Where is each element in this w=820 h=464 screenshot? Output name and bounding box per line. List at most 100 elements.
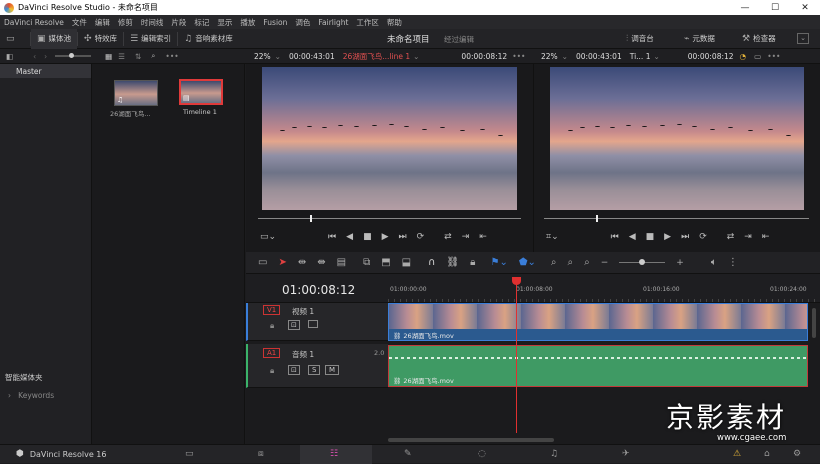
search-icon[interactable]: ⌕ [151, 51, 155, 61]
menu-fairlight[interactable]: Fairlight [318, 18, 348, 27]
play-reverse-icon[interactable]: ◀ [346, 232, 353, 242]
zoom-in-icon[interactable]: + [676, 258, 684, 268]
menu-playback[interactable]: 播放 [240, 17, 255, 28]
zoom-out-icon[interactable]: − [601, 258, 609, 268]
media-pool-button[interactable]: ▣ 媒体池 [31, 28, 78, 49]
back-icon[interactable]: ‹ [33, 52, 36, 61]
selection-tool-icon[interactable]: ➤ [278, 257, 286, 268]
vertical-scrollbar[interactable] [812, 308, 816, 338]
warning-icon[interactable]: ⚠ [733, 449, 741, 459]
track-id[interactable]: A1 [263, 348, 281, 358]
master-bin[interactable]: Master [0, 64, 91, 78]
list-view-icon[interactable]: ☰ [118, 52, 125, 61]
match-frame-icon[interactable]: ⇄ [444, 232, 452, 242]
timeline-options-icon[interactable]: ••• [767, 52, 780, 61]
loop-icon[interactable]: ⟳ [417, 232, 425, 242]
auto-track-icon[interactable]: ⊡ [288, 320, 300, 330]
play-icon[interactable]: ▶ [382, 232, 389, 242]
menu-color[interactable]: 调色 [295, 17, 310, 28]
viewer-size-icon[interactable]: ▭⌄ [260, 232, 276, 242]
solo-button[interactable]: S [308, 365, 321, 375]
settings-gear-icon[interactable]: ⚙ [793, 449, 801, 459]
track-lock-icon[interactable]: 🔒︎ [270, 321, 274, 331]
media-page-icon[interactable]: ▭ [185, 449, 194, 459]
jump-end-icon[interactable]: ⏭ [399, 232, 407, 242]
menu-timeline[interactable]: 时间线 [141, 17, 164, 28]
trim-tool-icon[interactable]: ⇹ [298, 257, 306, 268]
zoom-custom-icon[interactable]: ⌕ [584, 257, 590, 268]
menu-workspace[interactable]: 工作区 [356, 17, 379, 28]
thumb-size-slider[interactable] [55, 53, 92, 58]
layout-icon[interactable]: ▭ [258, 257, 267, 268]
viewer-mode-icon[interactable]: ▭ [754, 52, 761, 61]
flag-icon[interactable]: ⚑⌄ [490, 257, 507, 268]
playhead[interactable] [516, 278, 517, 433]
mixer-button[interactable]: ⫶ 调音台 [620, 29, 660, 49]
inspector-button[interactable]: ⚒ 检查器 [736, 29, 782, 49]
dynamic-trim-icon[interactable]: ⇼ [317, 257, 325, 268]
mute-button[interactable]: M [325, 365, 340, 375]
edit-page-icon[interactable]: ☷ [330, 449, 338, 459]
overwrite-clip-icon[interactable]: ⬒ [381, 257, 390, 268]
tl-jump-start-icon[interactable]: ⏮ [611, 232, 619, 242]
stop-icon[interactable]: ■ [363, 232, 372, 242]
expand-button[interactable]: ⌄ [797, 33, 809, 44]
fairlight-page-icon[interactable]: ♫ [550, 449, 558, 459]
tl-stop-icon[interactable]: ■ [646, 232, 655, 242]
timeline-name[interactable]: Ti... 1 [630, 52, 651, 61]
menu-trim[interactable]: 修剪 [118, 17, 133, 28]
panel-toggle-icon[interactable]: ◧ [6, 52, 13, 61]
menu-davinci[interactable]: DaVinci Resolve [4, 18, 64, 27]
menu-view[interactable]: 显示 [217, 17, 232, 28]
snapping-icon[interactable]: ∩ [428, 257, 435, 268]
keywords-item[interactable]: › Keywords [8, 391, 54, 400]
marker-icon[interactable]: ⬟⌄ [519, 257, 536, 268]
zoom-slider[interactable] [619, 259, 666, 265]
mark-out-icon[interactable]: ⇤ [479, 232, 487, 242]
menu-clip[interactable]: 片段 [171, 17, 186, 28]
cut-page-icon[interactable]: ⧈ [258, 449, 264, 459]
jump-start-icon[interactable]: ⏮ [328, 232, 336, 242]
video-clip[interactable]: ⛓ 26湖面飞鸟.mov [388, 303, 808, 341]
blade-tool-icon[interactable]: ▤ [337, 257, 346, 268]
menu-file[interactable]: 文件 [72, 17, 87, 28]
menu-mark[interactable]: 标记 [194, 17, 209, 28]
menu-edit[interactable]: 编辑 [95, 17, 110, 28]
sound-library-button[interactable]: ♫ 音响素材库 [178, 29, 239, 49]
metadata-button[interactable]: ⌁ 元数据 [678, 29, 721, 49]
timeline-scrubber[interactable] [544, 215, 809, 222]
close-button[interactable]: ✕ [790, 0, 820, 15]
grid-view-icon[interactable]: ▦ [105, 52, 112, 61]
source-clip-name[interactable]: 26湖面飞鸟...line 1 [343, 51, 410, 62]
audio-clip[interactable]: ⛓ 26湖面飞鸟.mov [388, 345, 808, 387]
menu-fusion[interactable]: Fusion [263, 18, 287, 27]
track-visibility-icon[interactable] [308, 320, 318, 328]
timeline-video-frame[interactable] [550, 67, 804, 210]
tl-play-reverse-icon[interactable]: ◀ [629, 232, 636, 242]
effects-button[interactable]: ✣ 特效库 [78, 29, 123, 49]
edit-index-button[interactable]: ☰ 编辑索引 [124, 29, 177, 49]
volume-icon[interactable]: 🔈︎ [711, 257, 717, 268]
sort-icon[interactable]: ⇅ [135, 52, 141, 61]
insert-clip-icon[interactable]: ⧉ [363, 257, 370, 268]
tl-loop-icon[interactable]: ⟳ [699, 232, 707, 242]
mark-in-icon[interactable]: ⇥ [462, 232, 470, 242]
source-video-frame[interactable] [262, 67, 517, 210]
audio-lock-icon[interactable]: 🔒︎ [270, 366, 274, 376]
color-picker-icon[interactable]: ◔ [740, 52, 747, 61]
linked-selection-icon[interactable]: ⛓ [446, 257, 459, 268]
tl-jump-end-icon[interactable]: ⏭ [681, 232, 689, 242]
source-scrubber[interactable] [258, 215, 521, 222]
source-zoom[interactable]: 22% [254, 52, 271, 61]
home-icon[interactable]: ⌂ [764, 449, 770, 459]
replace-clip-icon[interactable]: ⬓ [402, 257, 411, 268]
fusion-page-icon[interactable]: ✎ [404, 449, 412, 459]
source-options-icon[interactable]: ••• [512, 52, 525, 61]
forward-icon[interactable]: › [44, 52, 47, 61]
maximize-button[interactable]: ☐ [760, 0, 790, 15]
transform-icon[interactable]: ⌗⌄ [546, 232, 559, 242]
media-clip-thumbnail[interactable]: ♫ [114, 80, 158, 106]
more-options-icon[interactable]: ••• [165, 52, 178, 61]
deliver-page-icon[interactable]: ✈ [622, 449, 630, 459]
tl-match-frame-icon[interactable]: ⇄ [727, 232, 735, 242]
